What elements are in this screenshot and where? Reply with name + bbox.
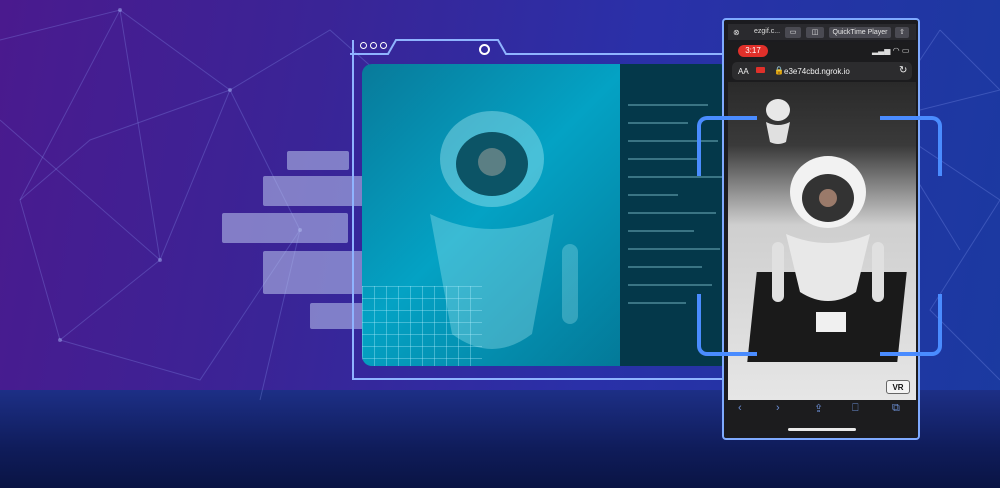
window-dot-icon[interactable] xyxy=(360,42,367,49)
url-text[interactable]: e3e74cbd.ngrok.io xyxy=(784,67,850,76)
tab-label[interactable]: ezgif.c... xyxy=(754,28,780,35)
message-bubble xyxy=(287,151,349,170)
window-tab-bar xyxy=(350,39,732,55)
tabs-icon[interactable]: ⧉ xyxy=(892,402,900,415)
share-screen-button[interactable]: ▭ xyxy=(785,27,801,38)
share-icon[interactable]: ⇧ xyxy=(895,27,909,38)
robot-small-figure xyxy=(766,99,790,144)
scan-bracket-top-right xyxy=(880,116,942,176)
scan-bracket-bottom-left xyxy=(697,294,757,356)
message-bubble xyxy=(222,213,348,243)
window-button[interactable]: ◫ xyxy=(806,27,824,38)
reload-icon[interactable]: ↻ xyxy=(899,65,907,76)
text-size-button[interactable]: AA xyxy=(738,67,749,76)
quicktime-button[interactable]: QuickTime Player xyxy=(829,27,891,38)
record-icon[interactable] xyxy=(479,44,490,55)
vr-button[interactable]: VR xyxy=(886,380,910,394)
time-pill: 3:17 xyxy=(738,45,768,57)
lock-icon: 🔒 xyxy=(774,66,784,75)
grid-overlay xyxy=(362,286,482,366)
back-icon[interactable]: ‹ xyxy=(738,402,742,414)
video-preview xyxy=(362,64,730,366)
ar-marker-center xyxy=(816,312,846,332)
bookmarks-icon[interactable]: ⎕ xyxy=(852,402,859,415)
home-indicator xyxy=(788,428,856,431)
window-dot-icon[interactable] xyxy=(380,42,387,49)
signal-icon: ▂▃▅ ◠ ▭ xyxy=(872,46,910,55)
record-icon xyxy=(756,67,765,73)
robot-figure xyxy=(772,156,884,302)
forward-icon[interactable]: › xyxy=(776,402,780,414)
scan-bracket-bottom-right xyxy=(880,294,942,356)
scan-bracket-top-left xyxy=(697,116,757,176)
close-icon[interactable]: ⊗ xyxy=(733,28,740,37)
window-dot-icon[interactable] xyxy=(370,42,377,49)
phone-screen: 3:17 ▂▃▅ ◠ ▭ AA 🔒 e3e74cbd.ngrok.io ↻ ‹ … xyxy=(728,42,916,434)
share-icon[interactable]: ⇪ xyxy=(814,402,823,415)
